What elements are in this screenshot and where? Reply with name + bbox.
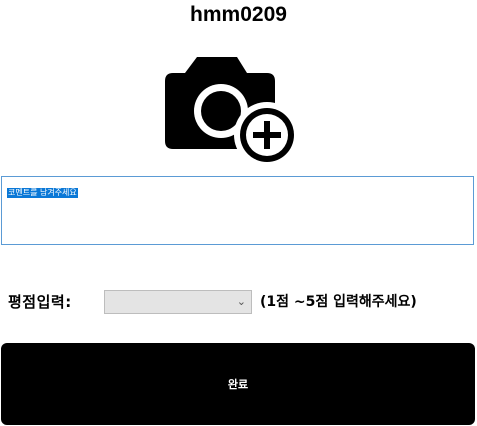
rating-label: 평점입력:: [8, 293, 72, 311]
username-title: hmm0209: [190, 3, 287, 26]
submit-button[interactable]: 완료: [1, 343, 475, 425]
submit-button-label: 완료: [227, 378, 249, 391]
add-photo-button[interactable]: [163, 51, 301, 169]
camera-add-icon: [165, 57, 300, 168]
rating-row: 평점입력: ⌄ (1점 ~5점 입력해주세요): [8, 289, 417, 315]
rating-hint: (1점 ~5점 입력해주세요): [260, 294, 417, 310]
review-form: hmm0209 코멘트를 남겨주세요 평점입력: ⌄ (1점 ~5점 입력해주세…: [0, 0, 477, 426]
chevron-down-icon: ⌄: [236, 295, 246, 308]
comment-text: 코멘트를 남겨주세요: [7, 188, 78, 198]
comment-input[interactable]: 코멘트를 남겨주세요: [1, 176, 474, 245]
rating-select[interactable]: ⌄: [104, 290, 252, 314]
